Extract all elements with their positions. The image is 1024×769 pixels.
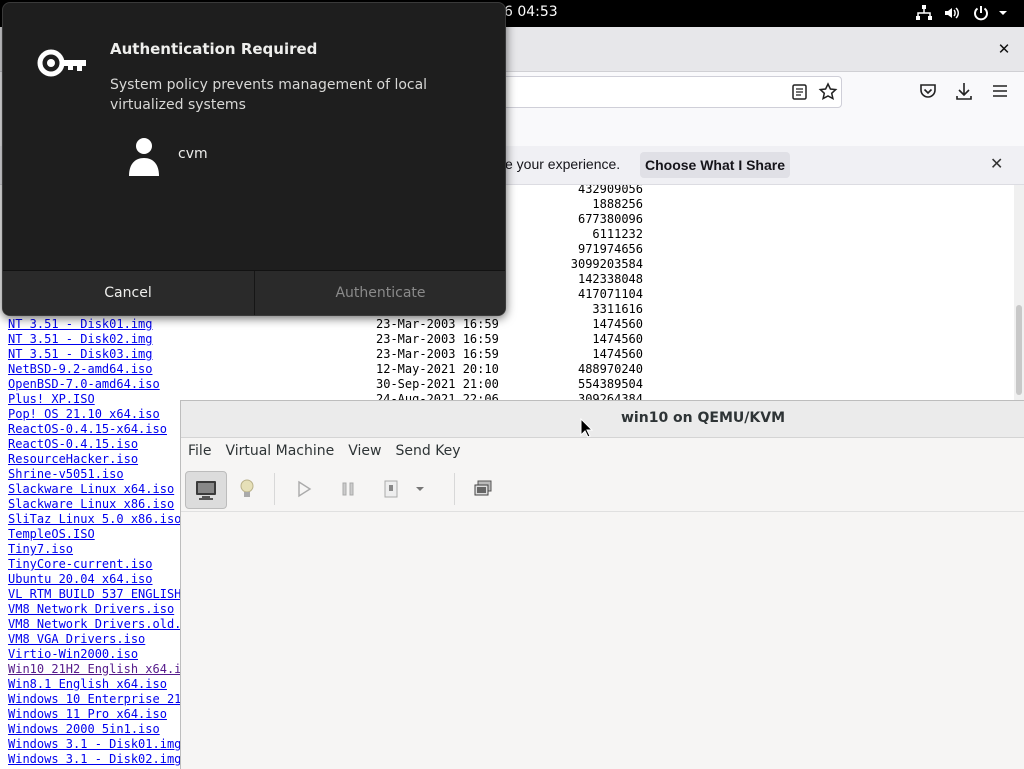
file-size: 677380096: [577, 212, 643, 226]
file-date: 23-Mar-2003 16:59: [376, 317, 499, 331]
menu-file[interactable]: File: [181, 438, 218, 466]
file-link[interactable]: OpenBSD-7.0-amd64.iso: [8, 377, 160, 391]
file-date: 23-Mar-2003 16:59: [376, 347, 499, 361]
power-icon[interactable]: [972, 4, 990, 22]
console-icon[interactable]: [185, 471, 227, 509]
menu-icon[interactable]: [989, 80, 1011, 102]
authenticate-button[interactable]: Authenticate: [254, 271, 506, 315]
bookmark-star-icon[interactable]: [817, 81, 839, 103]
close-window-button[interactable]: ✕: [994, 39, 1014, 59]
key-icon: [37, 43, 89, 87]
clock[interactable]: 6 04:53: [504, 4, 558, 20]
menu-virtual-machine[interactable]: Virtual Machine: [218, 438, 341, 466]
user-avatar-icon: [128, 136, 160, 180]
file-size: 6111232: [592, 227, 643, 241]
mouse-pointer-icon: [580, 417, 594, 442]
file-link[interactable]: Windows 3.1 - Disk02.img: [8, 752, 181, 766]
vm-menubar: File Virtual Machine View Send Key: [181, 438, 1024, 466]
shutdown-icon[interactable]: [371, 471, 411, 507]
authentication-dialog: Authentication Required System policy pr…: [2, 2, 506, 316]
notice-text: e your experience.: [505, 156, 621, 172]
file-size: 971974656: [577, 242, 643, 256]
vm-window-title: win10 on QEMU/KVM: [621, 410, 786, 426]
file-size: 554389504: [577, 377, 643, 391]
file-link[interactable]: SliTaz Linux 5.0 x86.iso: [8, 512, 181, 526]
file-link[interactable]: Slackware Linux x86.iso: [8, 497, 174, 511]
dialog-title: Authentication Required: [110, 40, 318, 58]
file-date: 30-Sep-2021 21:00: [376, 377, 499, 391]
file-link[interactable]: ReactOS-0.4.15.iso: [8, 437, 138, 451]
file-link[interactable]: TempleOS.ISO: [8, 527, 95, 541]
cancel-button[interactable]: Cancel: [3, 271, 253, 315]
downloads-icon[interactable]: [953, 80, 975, 102]
file-link[interactable]: Win10 21H2 English x64.i: [8, 662, 181, 676]
file-link[interactable]: Ubuntu 20.04 x64.iso: [8, 572, 153, 586]
file-link[interactable]: Plus! XP.ISO: [8, 392, 95, 406]
file-size: 3099203584: [570, 257, 643, 271]
file-size: 1888256: [592, 197, 643, 211]
file-size: 1474560: [592, 332, 643, 346]
file-link[interactable]: Virtio-Win2000.iso: [8, 647, 138, 661]
file-link[interactable]: VL RTM BUILD 537 ENGLISH: [8, 587, 181, 601]
file-link[interactable]: Windows 2000 5in1.iso: [8, 722, 160, 736]
scrollbar-thumb[interactable]: [1016, 305, 1022, 395]
details-lightbulb-icon[interactable]: [227, 471, 267, 507]
vm-titlebar[interactable]: win10 on QEMU/KVM: [181, 401, 1024, 438]
file-link[interactable]: VM8 Network Drivers.iso: [8, 602, 174, 616]
file-size: 488970240: [577, 362, 643, 376]
file-link[interactable]: Shrine-v5051.iso: [8, 467, 124, 481]
volume-icon[interactable]: [943, 4, 961, 22]
file-size: 142338048: [577, 272, 643, 286]
file-link[interactable]: Win8.1 English x64.iso: [8, 677, 167, 691]
file-link[interactable]: NT 3.51 - Disk03.img: [8, 347, 153, 361]
file-link[interactable]: Windows 10 Enterprise 21: [8, 692, 181, 706]
file-size: 432909056: [577, 185, 643, 196]
pause-icon[interactable]: [328, 471, 368, 507]
url-bar[interactable]: [480, 76, 842, 108]
shutdown-menu-chevron-icon[interactable]: [409, 471, 431, 507]
file-link[interactable]: NT 3.51 - Disk02.img: [8, 332, 153, 346]
file-size: 3311616: [592, 302, 643, 316]
file-link[interactable]: Tiny7.iso: [8, 542, 73, 556]
file-link[interactable]: Slackware Linux x64.iso: [8, 482, 174, 496]
menu-view[interactable]: View: [341, 438, 388, 466]
page-scrollbar[interactable]: [1014, 185, 1024, 400]
file-link[interactable]: TinyCore-current.iso: [8, 557, 153, 571]
dialog-message: System policy prevents management of loc…: [110, 77, 428, 113]
file-link[interactable]: Windows 3.1 - Disk01.img: [8, 737, 181, 751]
file-link[interactable]: Windows 11 Pro x64.iso: [8, 707, 167, 721]
file-link[interactable]: ResourceHacker.iso: [8, 452, 138, 466]
file-size: 1474560: [592, 347, 643, 361]
pocket-icon[interactable]: [917, 80, 939, 102]
network-icon[interactable]: [915, 4, 933, 22]
file-size: 417071104: [577, 287, 643, 301]
dialog-button-row: Cancel Authenticate: [3, 270, 505, 315]
file-link[interactable]: Pop! OS 21.10 x64.iso: [8, 407, 160, 421]
file-size: 1474560: [592, 317, 643, 331]
file-link[interactable]: VM8 Network Drivers.old.: [8, 617, 181, 631]
file-link[interactable]: VM8 VGA Drivers.iso: [8, 632, 145, 646]
close-icon[interactable]: ✕: [990, 154, 1003, 173]
file-link[interactable]: NetBSD-9.2-amd64.iso: [8, 362, 153, 376]
menu-send-key[interactable]: Send Key: [388, 438, 467, 466]
file-link[interactable]: ReactOS-0.4.15-x64.iso: [8, 422, 167, 436]
reader-view-icon[interactable]: [789, 81, 811, 103]
file-link[interactable]: NT 3.51 - Disk01.img: [8, 317, 153, 331]
vm-console-window: win10 on QEMU/KVM File Virtual Machine V…: [180, 400, 1024, 769]
file-date: 12-May-2021 20:10: [376, 362, 499, 376]
file-date: 23-Mar-2003 16:59: [376, 332, 499, 346]
chevron-down-icon[interactable]: [997, 4, 1009, 22]
vm-toolbar: [181, 467, 1024, 512]
username-label: cvm: [178, 146, 208, 162]
choose-what-i-share-button[interactable]: Choose What I Share: [640, 152, 790, 178]
snapshots-icon[interactable]: [463, 471, 503, 507]
run-icon[interactable]: [284, 471, 324, 507]
